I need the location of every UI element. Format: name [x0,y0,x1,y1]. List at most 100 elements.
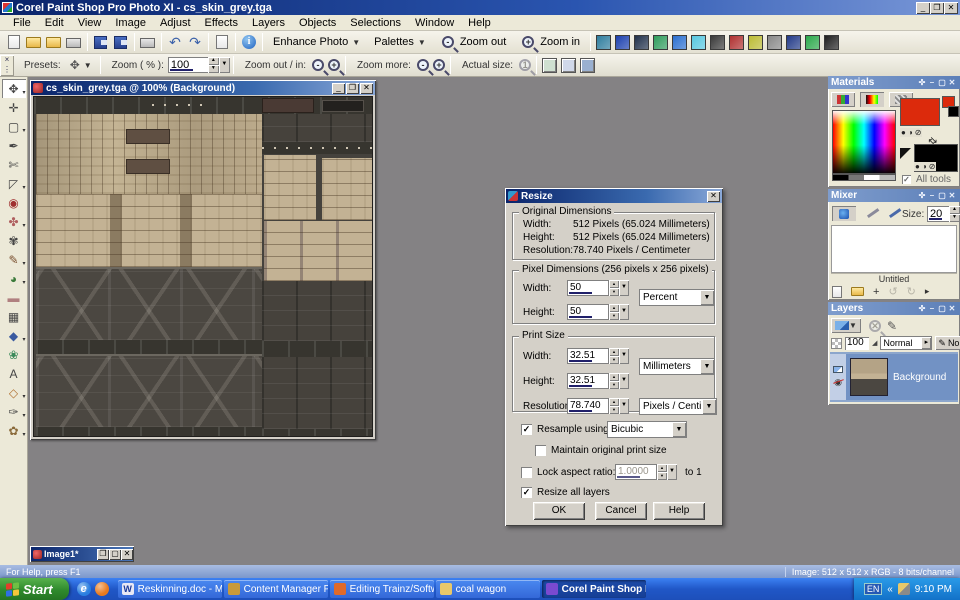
zoom-in-more-icon[interactable]: + [433,59,445,71]
transparent-icon[interactable]: ⊘ [929,162,936,171]
pick-tool[interactable]: ◸▾ [2,174,26,193]
zoom-out-step-icon[interactable]: - [312,59,324,71]
save-as-button[interactable] [112,34,130,51]
image-window[interactable]: cs_skin_grey.tga @ 100% (Background) _ ❐… [30,80,376,440]
slider-popup-icon[interactable]: ▼ [619,398,629,414]
color-replacer-tool[interactable]: ◕▾ [2,269,26,288]
flood-fill-tool[interactable]: ◆▾ [2,326,26,345]
ok-button[interactable]: OK [533,502,585,520]
chevron-down-icon[interactable]: ▼ [700,359,714,374]
task-folder[interactable]: coal wagon [436,580,540,598]
menu-help[interactable]: Help [461,16,498,30]
start-button[interactable]: Start [0,578,69,600]
chevron-right-icon[interactable]: ▸ [921,337,931,349]
zoom-in-button[interactable]: + Zoom in [515,33,585,51]
smart-photo-fix-icon[interactable] [691,35,706,50]
preset-shape-tool[interactable]: ◇▾ [2,383,26,402]
opacity-value[interactable]: 100 [845,337,869,350]
flyout-arrow-icon[interactable]: ▾ [22,127,25,134]
crop-tool[interactable]: ✄ [2,155,26,174]
docker-close-icon[interactable]: ×⋮ [0,55,14,76]
maximize-icon[interactable]: ▢ [937,78,947,87]
slider-popup-icon[interactable]: ▼ [619,348,629,364]
add-icon[interactable]: + [873,286,879,298]
background-style-buttons[interactable]: ●◑⊘ [914,162,936,171]
zoom-in-step-icon[interactable]: + [328,59,340,71]
opacity-slider-icon[interactable]: ◢ [872,339,877,347]
solid-color-icon[interactable]: ● [901,128,906,137]
layer-row-background[interactable]: ◉ Background [830,354,958,400]
foreground-style-buttons[interactable]: ●◑⊘ [900,128,922,137]
menu-image[interactable]: Image [108,16,153,30]
more-options-icon[interactable]: ▸ [925,286,930,297]
slider-popup-icon[interactable]: ▼ [619,280,629,296]
checkbox-checked-icon[interactable]: ✓ [902,175,911,184]
spin-down-icon[interactable]: ▼ [609,406,619,414]
collapse-icon[interactable]: – [927,304,937,313]
pen-tool[interactable]: ✑▾ [2,402,26,421]
tab-rainbow[interactable] [860,92,884,107]
flyout-arrow-icon[interactable]: ▾ [22,412,25,419]
menu-view[interactable]: View [71,16,109,30]
print-height-value[interactable]: 32.51 [567,373,609,389]
print-resolution-unit-dropdown[interactable]: Pixels / Centimeter ▼ [639,398,717,415]
pin-icon[interactable]: ✜ [917,191,927,200]
menu-layers[interactable]: Layers [245,16,292,30]
presets-button[interactable]: ✥ ▼ [67,57,95,73]
pixel-width-value[interactable]: 50 [567,280,609,296]
twain-import-button[interactable] [65,34,83,51]
gradient-icon[interactable]: ◑ [922,162,927,171]
print-button[interactable] [139,34,157,51]
new-layer-button[interactable]: ▼ [831,318,861,333]
layer-thumbnail[interactable] [850,358,888,396]
open-mixer-page-icon[interactable] [851,287,864,296]
mixer-tube-tool[interactable] [832,206,856,221]
menu-selections[interactable]: Selections [343,16,408,30]
checkbox-checked-icon[interactable]: ✓ [521,424,532,435]
mixer-canvas[interactable] [831,225,957,273]
visibility-eye-icon[interactable]: ◉ [834,377,842,388]
zoom-out-button[interactable]: - Zoom out [435,33,511,51]
mixer-titlebar[interactable]: Mixer ✜ – ▢ ✕ [828,189,960,202]
selection-tool[interactable]: ▢▾ [2,117,26,136]
language-indicator[interactable]: EN [864,583,882,595]
flyout-arrow-icon[interactable]: ▾ [22,279,25,286]
spinner-arrows[interactable]: ▲▼ [208,57,219,73]
one-step-photo-fix-icon[interactable] [672,35,687,50]
chevron-down-icon[interactable]: ▼ [672,422,686,437]
palettes-button[interactable]: Palettes ▼ [369,34,431,50]
new-mixer-page-icon[interactable] [832,286,842,298]
effect-blue-icon[interactable] [615,35,630,50]
layers-titlebar[interactable]: Layers ✜ – ▢ ✕ [828,302,960,315]
materials-titlebar[interactable]: Materials ✜ – ▢ ✕ [828,76,960,89]
minimized-image-window[interactable]: Image1* ❐ ▢ ✕ [30,546,134,562]
resize-dialog[interactable]: Resize ✕ Original Dimensions Width: 512 … [505,188,723,526]
close-icon[interactable]: ✕ [944,2,958,14]
print-width-spinner[interactable]: 32.51 ▲▼ ▼ [567,348,629,364]
pan-tool[interactable]: ✥▾ [2,79,26,98]
file-locations-button[interactable] [213,34,231,51]
spin-down-icon[interactable]: ▼ [208,65,219,73]
spin-down-icon[interactable]: ▼ [609,288,619,296]
resample-method-dropdown[interactable]: Bicubic ▼ [607,421,687,438]
close-icon[interactable]: ✕ [947,78,957,87]
red-eye-tool[interactable]: ◉ [2,193,26,212]
move-tool[interactable]: ✛ [2,98,26,117]
layer-name[interactable]: Background [893,372,946,383]
text-tool[interactable]: A [2,364,26,383]
makeover-tool[interactable]: ✤▾ [2,212,26,231]
checkbox-unchecked-icon[interactable] [535,445,546,456]
link-set-button[interactable]: ✎ None [935,336,960,350]
menu-file[interactable]: File [6,16,38,30]
image-canvas[interactable] [33,96,373,437]
task-psp[interactable]: Corel Paint Shop Pro ... [542,580,646,598]
restore-icon[interactable]: ❐ [346,83,359,94]
spin-up-icon[interactable]: ▲ [609,348,619,356]
print-resolution-value[interactable]: 78.740 [567,398,609,414]
internet-explorer-icon[interactable]: e [77,582,91,596]
depth-of-field-icon[interactable] [824,35,839,50]
picture-tube-tool[interactable]: ❀ [2,345,26,364]
script-toolbar-icon[interactable] [596,35,611,50]
checkbox-checked-icon[interactable]: ✓ [521,487,532,498]
fit-window-icon[interactable] [542,58,557,73]
